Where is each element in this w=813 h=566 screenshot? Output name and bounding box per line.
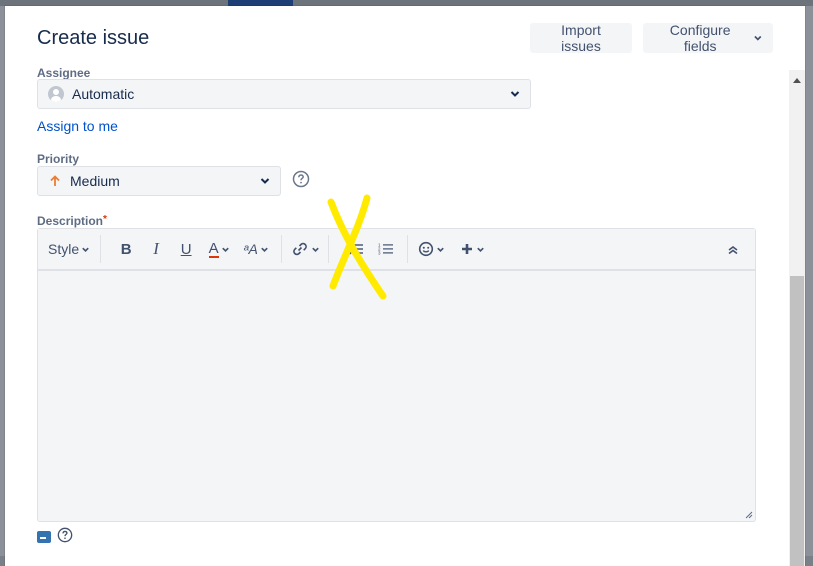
- style-dropdown[interactable]: Style: [38, 235, 94, 263]
- chevron-down-icon: [311, 247, 319, 252]
- configure-fields-label: Configure fields: [669, 22, 731, 54]
- priority-label: Priority: [37, 152, 80, 166]
- editor-toolbar: Style B I U A ᵃA 1 2 3: [38, 229, 755, 271]
- scrollbar-thumb[interactable]: [790, 276, 804, 566]
- required-marker: *: [103, 214, 107, 225]
- bold-button[interactable]: B: [111, 235, 141, 263]
- toolbar-divider: [407, 235, 409, 263]
- priority-select[interactable]: Medium: [37, 166, 281, 196]
- help-icon[interactable]: [57, 527, 73, 543]
- more-formatting-button[interactable]: ᵃA: [237, 235, 275, 263]
- chevron-down-icon: [754, 35, 762, 41]
- avatar: [48, 86, 64, 102]
- create-issue-dialog: Create issue Import issues Configure fie…: [5, 6, 805, 566]
- double-chevron-up-icon: [728, 246, 738, 255]
- assignee-select[interactable]: Automatic: [37, 79, 531, 109]
- toolbar-divider: [281, 235, 283, 263]
- chevron-down-icon: [260, 178, 270, 184]
- description-label-text: Description: [37, 214, 104, 228]
- emoji-button[interactable]: [414, 235, 448, 263]
- chevron-down-icon: [82, 247, 89, 252]
- underline-button[interactable]: U: [171, 235, 201, 263]
- link-button[interactable]: [288, 235, 322, 263]
- text-color-icon: A: [208, 239, 219, 258]
- chevron-down-icon: [510, 91, 520, 97]
- more-formatting-icon: ᵃA: [243, 241, 258, 257]
- italic-button[interactable]: I: [141, 235, 171, 263]
- chevron-down-icon: [221, 247, 229, 252]
- dialog-scrollbar[interactable]: [789, 70, 805, 566]
- chevron-down-icon: [436, 247, 444, 252]
- assignee-value: Automatic: [72, 86, 135, 102]
- priority-value: Medium: [70, 173, 120, 189]
- toolbar-divider: [100, 235, 102, 263]
- scroll-up-arrow-icon[interactable]: [793, 78, 801, 83]
- collapse-toolbar-button[interactable]: [721, 236, 745, 264]
- arrow-up-icon: [50, 175, 60, 186]
- description-editor: Style B I U A ᵃA 1 2 3: [37, 228, 756, 522]
- help-icon[interactable]: [292, 170, 310, 188]
- plus-icon: [461, 244, 472, 254]
- editor-footer: [37, 527, 73, 543]
- dialog-title: Create issue: [37, 27, 150, 49]
- assignee-label: Assignee: [37, 66, 91, 80]
- style-label: Style: [48, 241, 80, 257]
- yellow-x-icon: [327, 194, 387, 300]
- text-color-button[interactable]: A: [201, 235, 237, 263]
- attachment-icon[interactable]: [37, 531, 51, 543]
- assign-to-me-link[interactable]: Assign to me: [37, 118, 118, 134]
- description-label: Description*: [37, 214, 107, 228]
- emoji-icon: [418, 241, 433, 257]
- chevron-down-icon: [261, 247, 268, 252]
- configure-fields-button[interactable]: Configure fields: [643, 22, 773, 54]
- resize-handle-icon[interactable]: [745, 511, 753, 519]
- import-issues-button[interactable]: Import issues: [530, 22, 632, 54]
- description-text-area[interactable]: [38, 271, 755, 521]
- chevron-down-icon: [476, 247, 484, 252]
- link-icon: [292, 242, 307, 256]
- insert-more-button[interactable]: [454, 235, 490, 263]
